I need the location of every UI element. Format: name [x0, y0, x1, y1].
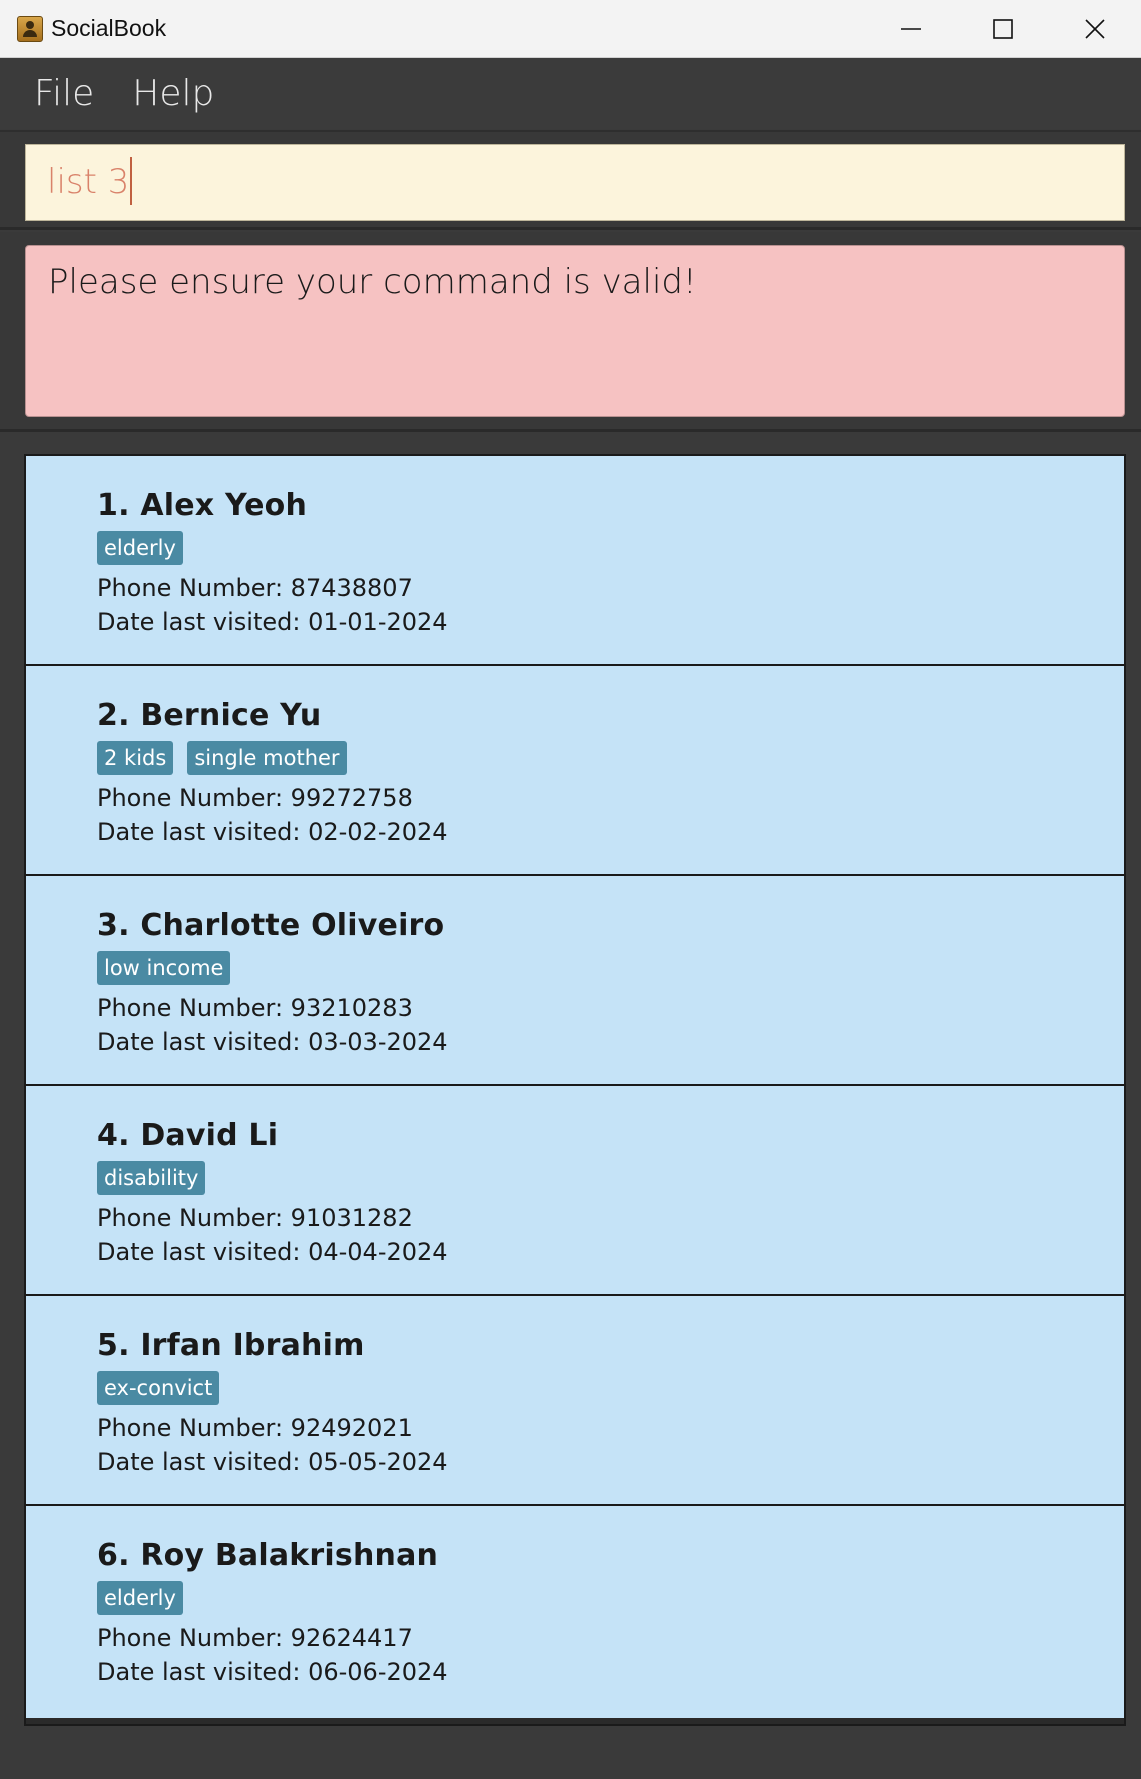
person-name: 2. Bernice Yu [97, 698, 322, 733]
tag-list: low income [97, 951, 1124, 987]
person-phone: Phone Number: 92492021 [97, 1414, 413, 1442]
person-card[interactable]: 4. David Li disability Phone Number: 910… [26, 1086, 1124, 1296]
person-phone: Phone Number: 87438807 [97, 574, 413, 602]
person-phone: Phone Number: 91031282 [97, 1204, 413, 1232]
tag-list: elderly [97, 1581, 1124, 1617]
minimize-button[interactable] [865, 0, 957, 57]
menu-bar: File Help [0, 58, 1141, 129]
person-phone: Phone Number: 92624417 [97, 1624, 413, 1652]
menu-help[interactable]: Help [132, 73, 214, 114]
command-text: list 3 [47, 162, 130, 202]
text-caret [130, 156, 133, 205]
tag-list: elderly [97, 531, 1124, 567]
person-list[interactable]: 1. Alex Yeoh elderly Phone Number: 87438… [24, 454, 1126, 1726]
person-card[interactable]: 1. Alex Yeoh elderly Phone Number: 87438… [26, 456, 1124, 666]
window-title: SocialBook [51, 15, 167, 41]
close-icon [1085, 18, 1105, 39]
person-last-visited: Date last visited: 02-02-2024 [97, 818, 448, 846]
person-card[interactable]: 3. Charlotte Oliveiro low income Phone N… [26, 876, 1124, 1086]
menu-file[interactable]: File [34, 73, 94, 114]
person-last-visited: Date last visited: 03-03-2024 [97, 1028, 448, 1056]
person-phone: Phone Number: 93210283 [97, 994, 413, 1022]
tag: elderly [97, 531, 183, 565]
person-name: 5. Irfan Ibrahim [97, 1328, 365, 1363]
window-controls [865, 0, 1141, 57]
close-button[interactable] [1049, 0, 1141, 57]
person-phone: Phone Number: 99272758 [97, 784, 413, 812]
command-box-panel: list 3 [0, 130, 1141, 230]
tag: ex-convict [97, 1371, 220, 1405]
tag-list: disability [97, 1161, 1124, 1197]
person-last-visited: Date last visited: 01-01-2024 [97, 608, 448, 636]
tag-list: 2 kids single mother [97, 741, 1124, 777]
minimize-icon [901, 27, 921, 30]
address-book-icon [17, 15, 43, 42]
tag: single mother [187, 741, 347, 775]
title-bar: SocialBook [0, 0, 1141, 58]
tag: 2 kids [97, 741, 174, 775]
person-last-visited: Date last visited: 04-04-2024 [97, 1238, 448, 1266]
person-name: 1. Alex Yeoh [97, 488, 308, 523]
maximize-icon [993, 18, 1013, 39]
result-message: Please ensure your command is valid! [25, 245, 1125, 417]
person-name: 6. Roy Balakrishnan [97, 1538, 439, 1573]
tag: disability [97, 1161, 206, 1195]
tag: low income [97, 951, 231, 985]
result-display-panel: Please ensure your command is valid! [0, 232, 1141, 432]
person-card[interactable]: 2. Bernice Yu 2 kids single mother Phone… [26, 666, 1124, 876]
maximize-button[interactable] [957, 0, 1049, 57]
person-card[interactable]: 5. Irfan Ibrahim ex-convict Phone Number… [26, 1296, 1124, 1506]
person-last-visited: Date last visited: 05-05-2024 [97, 1448, 448, 1476]
command-input[interactable]: list 3 [25, 144, 1125, 221]
tag: elderly [97, 1581, 183, 1615]
tag-list: ex-convict [97, 1371, 1124, 1407]
person-name: 3. Charlotte Oliveiro [97, 908, 445, 943]
person-card[interactable]: 6. Roy Balakrishnan elderly Phone Number… [26, 1506, 1124, 1718]
person-name: 4. David Li [97, 1118, 279, 1153]
person-last-visited: Date last visited: 06-06-2024 [97, 1658, 448, 1686]
